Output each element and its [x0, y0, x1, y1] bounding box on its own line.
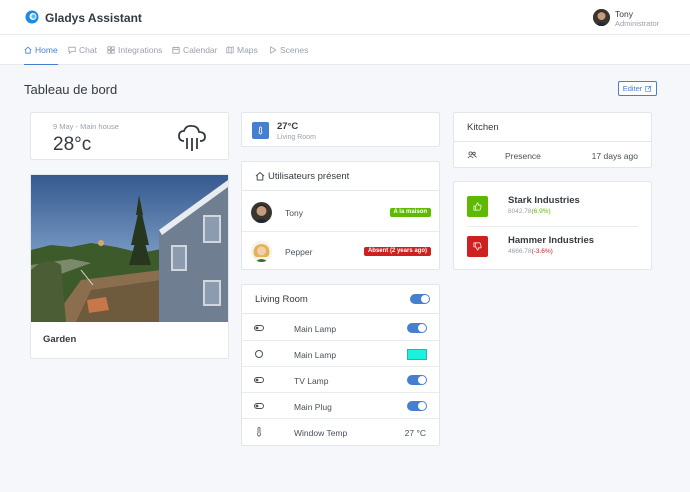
main-lamp-color-picker[interactable]	[407, 349, 427, 360]
camera-image[interactable]	[31, 175, 228, 322]
stocks-card: Stark Industries 8042.78(6.9%) Hammer In…	[453, 181, 652, 270]
nav-maps[interactable]: Maps	[226, 35, 258, 65]
user-avatar	[251, 241, 272, 262]
tv-lamp-toggle[interactable]	[407, 375, 427, 385]
weather-temperature: 28°c	[53, 134, 92, 155]
temperature-value: 27°C	[277, 121, 299, 132]
home-icon	[24, 46, 32, 54]
grid-icon	[107, 46, 115, 54]
weather-date-location: 9 May - Main house	[53, 122, 119, 131]
living-room-all-toggle[interactable]	[410, 294, 430, 304]
users-present-card: Utilisateurs présent Tony A la maison Pe…	[241, 161, 440, 270]
home-icon	[255, 171, 265, 181]
nav-scenes[interactable]: Scenes	[269, 35, 308, 65]
chat-icon	[68, 46, 76, 54]
circle-icon	[255, 350, 263, 358]
main-plug-toggle[interactable]	[407, 401, 427, 411]
kitchen-presence-label: Presence	[505, 151, 541, 161]
rain-cloud-icon	[178, 124, 206, 151]
weather-card: 9 May - Main house 28°c	[30, 112, 229, 160]
nav-bar: Home Chat Integrations Calendar Maps Sce…	[0, 35, 690, 65]
kitchen-presence-time: 17 days ago	[591, 151, 638, 161]
thumbs-down-icon	[467, 236, 488, 257]
divider	[467, 226, 638, 227]
device-row-main-lamp: Main Lamp	[242, 315, 439, 341]
living-room-card: Living Room Main Lamp Main Lamp TV Lamp …	[241, 284, 440, 446]
edit-icon	[645, 85, 652, 92]
stock-value: 4666.78(-3.6%)	[508, 248, 553, 255]
nav-chat[interactable]: Chat	[68, 35, 97, 65]
user-avatar	[251, 202, 272, 223]
kitchen-presence-row: Presence 17 days ago	[454, 142, 651, 168]
kitchen-card: Kitchen Presence 17 days ago	[453, 112, 652, 168]
user-role: Administrator	[615, 19, 660, 28]
nav-integrations[interactable]: Integrations	[107, 35, 162, 65]
main-lamp-toggle[interactable]	[407, 323, 427, 333]
calendar-icon	[172, 46, 180, 54]
window-temp-value: 27 °C	[404, 428, 426, 438]
toggle-device-icon	[254, 377, 264, 383]
stock-name: Hammer Industries	[508, 235, 595, 246]
temperature-room: Living Room	[277, 134, 316, 141]
user-name: Tony	[285, 208, 303, 218]
play-icon	[270, 46, 277, 54]
device-row-main-lamp-color: Main Lamp	[242, 341, 439, 367]
toggle-device-icon	[254, 325, 264, 331]
stock-value: 8042.78(6.9%)	[508, 208, 551, 215]
device-row-window-temp: Window Temp 27 °C	[242, 419, 439, 445]
toggle-device-icon	[254, 403, 264, 409]
status-badge: A la maison	[389, 208, 431, 217]
camera-label: Garden	[43, 334, 77, 345]
camera-card[interactable]: Garden	[30, 174, 229, 359]
page-title: Tableau de bord	[24, 82, 118, 97]
user-name: Pepper	[285, 247, 313, 257]
stock-name: Stark Industries	[508, 195, 580, 206]
user-row: Tony A la maison	[242, 193, 439, 232]
nav-calendar[interactable]: Calendar	[172, 35, 218, 65]
thumbs-up-icon	[467, 196, 488, 217]
user-avatar[interactable]	[593, 9, 610, 26]
users-icon	[467, 151, 477, 159]
user-name[interactable]: Tony	[615, 9, 633, 19]
edit-dashboard-button[interactable]: Editer	[618, 81, 657, 96]
top-bar: Gladys Assistant Tony Administrator	[0, 0, 690, 35]
user-row: Pepper Absent (2 years ago)	[242, 232, 439, 271]
nav-home[interactable]: Home	[24, 35, 58, 65]
users-present-header: Utilisateurs présent	[242, 162, 439, 191]
gladys-logo-icon[interactable]	[25, 10, 39, 24]
status-badge: Absent (2 years ago)	[363, 247, 431, 256]
map-icon	[226, 46, 234, 54]
device-row-tv-lamp: TV Lamp	[242, 367, 439, 393]
kitchen-header: Kitchen	[454, 113, 651, 142]
device-row-main-plug: Main Plug	[242, 393, 439, 419]
temperature-card: 27°C Living Room	[241, 112, 440, 147]
brand-name[interactable]: Gladys Assistant	[45, 11, 142, 25]
thermometer-icon	[252, 122, 269, 139]
thermometer-icon	[257, 427, 261, 437]
